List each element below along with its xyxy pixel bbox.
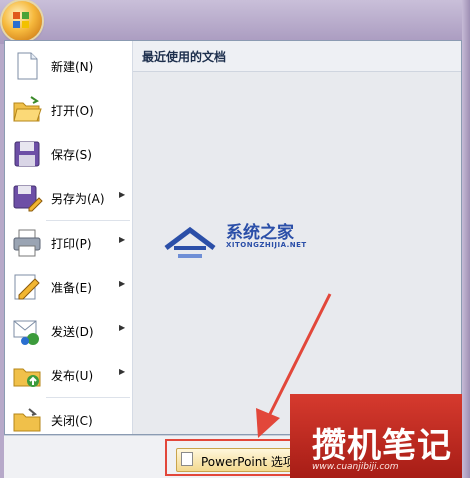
menu-item-label: 保存(S) — [51, 148, 92, 162]
menu-item-new[interactable]: 新建(N) — [5, 45, 132, 87]
badge-url: www.cuanjibiji.com — [312, 462, 399, 472]
menu-separator — [46, 220, 130, 221]
menu-item-publish[interactable]: 发布(U) ▶ — [5, 354, 132, 396]
menu-item-label: 新建(N) — [51, 60, 94, 74]
publish-icon — [13, 368, 41, 387]
office-logo-icon — [13, 12, 29, 28]
save-floppy-icon — [14, 141, 40, 167]
menu-item-label: 关闭(C) — [51, 414, 93, 428]
menu-item-save[interactable]: 保存(S) — [5, 133, 132, 175]
save-as-icon — [13, 185, 43, 212]
watermark-url: XITONGZHIJIA.NET — [226, 241, 307, 249]
close-document-icon — [13, 408, 41, 432]
menu-item-label: 准备(E) — [51, 281, 92, 295]
watermark-title: 系统之家 — [226, 223, 294, 243]
menu-item-label: 发送(D) — [51, 325, 94, 339]
submenu-arrow-icon: ▶ — [119, 323, 126, 332]
menu-item-prepare[interactable]: 准备(E) ▶ — [5, 266, 132, 308]
submenu-arrow-icon: ▶ — [119, 367, 126, 376]
ribbon-backdrop — [0, 0, 470, 44]
window-edge — [462, 0, 470, 478]
printer-icon — [13, 229, 41, 257]
xitongzhijia-logo-icon — [164, 226, 216, 258]
menu-item-label: 另存为(A) — [51, 192, 105, 206]
badge-title: 攒机笔记 — [312, 426, 452, 466]
prepare-pencil-icon — [14, 274, 40, 300]
menu-item-label: 打印(P) — [51, 237, 92, 251]
menu-item-open[interactable]: 打开(O) — [5, 89, 132, 131]
menu-item-label: 打开(O) — [51, 104, 94, 118]
submenu-arrow-icon: ▶ — [119, 235, 126, 244]
menu-item-send[interactable]: 发送(D) ▶ — [5, 310, 132, 352]
submenu-arrow-icon: ▶ — [119, 279, 126, 288]
new-document-icon — [17, 52, 38, 80]
submenu-arrow-icon: ▶ — [119, 190, 126, 199]
highlight-box — [165, 439, 305, 476]
menu-item-save-as[interactable]: 另存为(A) ▶ — [5, 177, 132, 219]
menu-item-label: 发布(U) — [51, 369, 94, 383]
menu-item-print[interactable]: 打印(P) ▶ — [5, 222, 132, 264]
send-icon — [13, 320, 39, 345]
menu-separator — [46, 397, 130, 398]
open-folder-icon — [13, 96, 42, 122]
recent-documents-title: 最近使用的文档 — [142, 50, 227, 64]
